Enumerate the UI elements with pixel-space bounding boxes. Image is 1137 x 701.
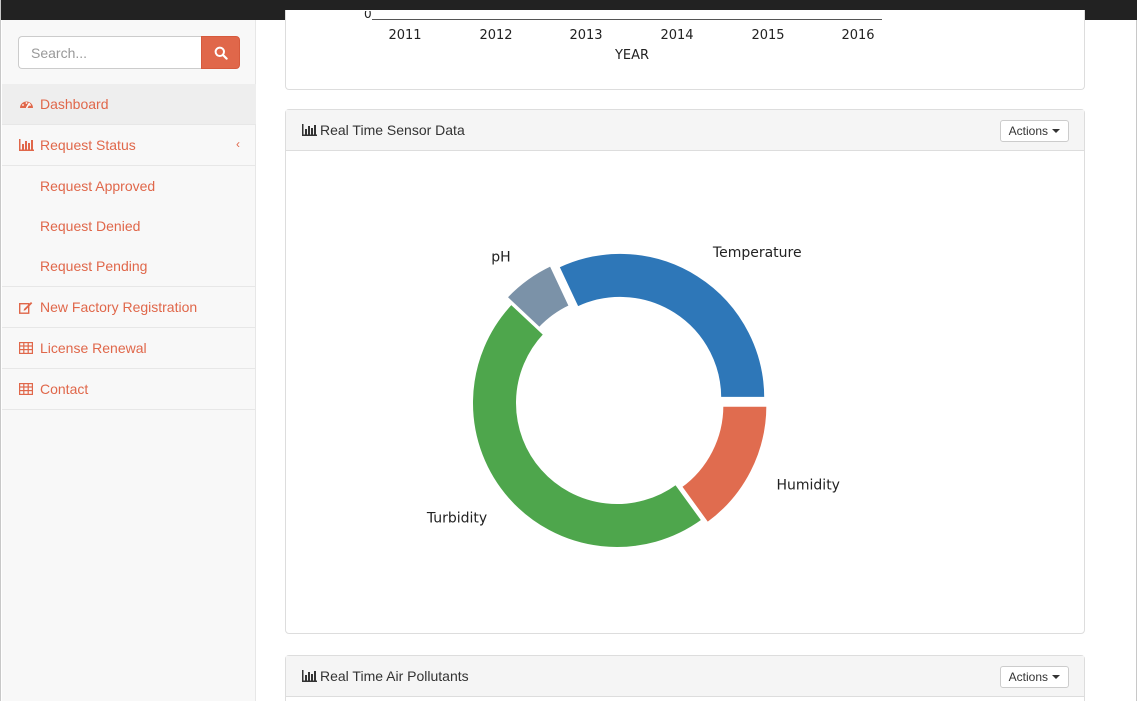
x-axis-line [372, 19, 882, 20]
sidebar-item-license-renewal[interactable]: License Renewal [2, 328, 256, 369]
bar-chart-icon [19, 138, 35, 152]
sidebar: Dashboard Request Status ‹ Request Appro… [2, 20, 256, 701]
sidebar-item-label: Request Approved [40, 178, 156, 194]
donut-slice-humidity [679, 404, 769, 525]
panel-title: Real Time Air Pollutants [320, 668, 469, 684]
side-nav: Dashboard Request Status ‹ Request Appro… [2, 84, 256, 410]
sidebar-item-request-approved[interactable]: Request Approved [2, 166, 256, 206]
donut-slice-turbidity [471, 302, 704, 549]
donut-slice-label: Turbidity [426, 510, 487, 526]
caret-down-icon [1052, 675, 1060, 679]
x-tick-label: 2013 [569, 28, 603, 43]
sidebar-item-new-factory-registration[interactable]: New Factory Registration [2, 287, 256, 328]
actions-dropdown-button[interactable]: Actions [999, 666, 1069, 688]
sidebar-item-request-status[interactable]: Request Status ‹ [2, 125, 256, 166]
year-axis: 0 2011 2012 2013 2014 2015 2016 YEAR [286, 10, 1086, 90]
x-axis-label: YEAR [614, 48, 650, 63]
sensor-panel-heading: Real Time Sensor Data Actions [286, 110, 1084, 151]
x-tick-label: 2011 [388, 28, 422, 43]
sidebar-item-request-pending[interactable]: Request Pending [2, 246, 256, 286]
air-panel-heading: Real Time Air Pollutants Actions [286, 656, 1084, 697]
x-tick-label: 2015 [751, 28, 785, 43]
sidebar-item-label: License Renewal [40, 340, 147, 356]
request-status-submenu: Request Approved Request Denied Request … [2, 166, 256, 287]
search-icon [214, 46, 228, 60]
actions-dropdown-button[interactable]: Actions [999, 120, 1069, 142]
chevron-left-icon: ‹ [236, 137, 240, 151]
sidebar-item-contact[interactable]: Contact [2, 369, 256, 410]
search-input[interactable] [18, 36, 201, 69]
table-icon [19, 341, 35, 355]
air-pollutants-panel: Real Time Air Pollutants Actions [285, 655, 1085, 701]
sidebar-item-label: Request Status [40, 137, 136, 153]
table-icon [19, 382, 35, 396]
y-tick-label: 0 [364, 11, 372, 21]
sensor-data-panel: Real Time Sensor Data Actions Humidity Tu… [285, 109, 1085, 634]
sidebar-item-label: Request Pending [40, 258, 148, 274]
x-tick-label: 2014 [660, 28, 694, 43]
sensor-donut-chart: Humidity Turbidity pH Temperature [426, 245, 840, 549]
sidebar-item-dashboard[interactable]: Dashboard [2, 84, 256, 125]
edit-icon [19, 300, 35, 314]
x-tick-label: 2016 [841, 28, 875, 43]
donut-slice-label: Humidity [776, 477, 839, 493]
dashboard-icon [19, 97, 35, 111]
donut-slice-label: Temperature [712, 245, 802, 261]
sidebar-item-request-denied[interactable]: Request Denied [2, 206, 256, 246]
caret-down-icon [1052, 129, 1060, 133]
actions-label: Actions [1008, 670, 1048, 684]
donut-slice-temperature [557, 251, 767, 399]
search-button[interactable] [201, 36, 240, 69]
sidebar-item-label: New Factory Registration [40, 299, 198, 315]
bar-chart-icon [302, 669, 318, 683]
actions-label: Actions [1008, 124, 1048, 138]
search-group [18, 36, 240, 69]
donut-slice-label: pH [491, 250, 510, 266]
yearly-chart-panel: 0 2011 2012 2013 2014 2015 2016 YEAR [285, 10, 1085, 90]
panel-title: Real Time Sensor Data [320, 122, 465, 138]
sidebar-item-label: Contact [40, 381, 89, 397]
sidebar-item-label: Dashboard [40, 96, 109, 112]
sidebar-item-label: Request Denied [40, 218, 141, 234]
x-tick-label: 2012 [479, 28, 513, 43]
bar-chart-icon [302, 123, 318, 137]
